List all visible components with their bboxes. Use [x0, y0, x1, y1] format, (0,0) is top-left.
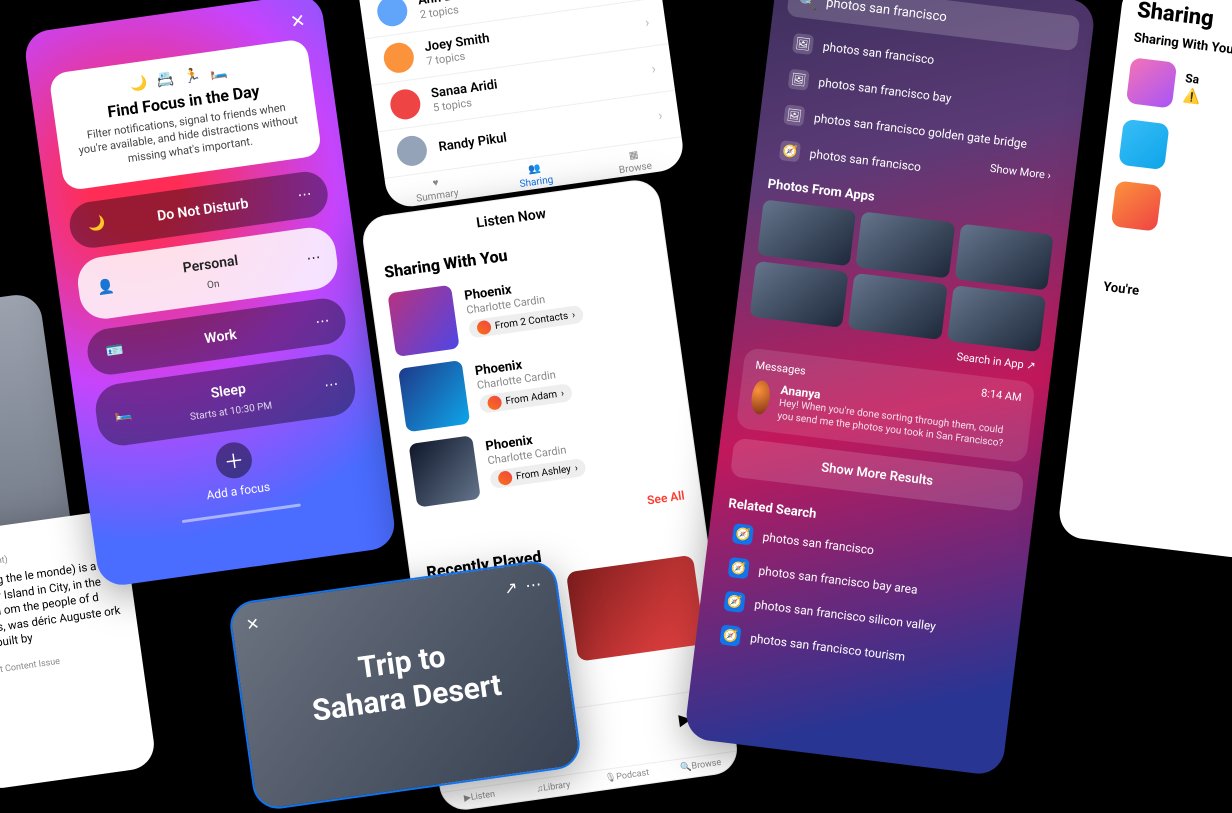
- photo-icon: 🖼: [792, 33, 814, 55]
- tab-browse[interactable]: ▦Browse: [583, 143, 685, 181]
- share-icon[interactable]: ↗: [503, 577, 519, 598]
- more-icon[interactable]: ⋯: [323, 376, 339, 394]
- contacts-screen: You're Sharing Ann Li 2 topics › Joey Sm…: [354, 0, 686, 210]
- photo-thumb[interactable]: [954, 224, 1053, 291]
- more-icon[interactable]: ⋯: [297, 186, 313, 204]
- avatar: [1118, 119, 1169, 170]
- photo-thumb[interactable]: [947, 285, 1046, 352]
- moon-icon: 🌙: [84, 212, 109, 237]
- safari-icon: 🧭: [719, 624, 741, 646]
- avatar: [1126, 57, 1177, 108]
- more-icon[interactable]: ⋯: [314, 313, 330, 331]
- tab-podcast[interactable]: 🎙Podcast: [590, 766, 665, 787]
- photo-thumb[interactable]: [848, 273, 947, 340]
- avatar: [382, 41, 416, 75]
- more-icon[interactable]: ⋯: [306, 249, 322, 267]
- safari-icon: 🧭: [779, 140, 801, 162]
- avatar: [750, 379, 772, 415]
- bed-icon: 🛏️: [111, 402, 136, 427]
- warning-icon: ⚠️: [1182, 87, 1201, 105]
- safari-icon: 🧭: [732, 523, 754, 545]
- search-screen: 🔍 🖼photos san francisco 🖼photos san fran…: [684, 0, 1097, 777]
- safari-icon: 🧭: [723, 591, 745, 613]
- more-icon[interactable]: ⋯: [524, 574, 542, 595]
- avatar: [1111, 180, 1162, 231]
- recent-card[interactable]: [566, 555, 705, 662]
- album-art: [398, 360, 470, 432]
- avatar: [395, 134, 429, 168]
- avatar: [375, 0, 409, 28]
- chevron-right-icon: ›: [651, 61, 657, 77]
- shared-item[interactable]: [1094, 170, 1232, 256]
- album-art: [409, 435, 481, 507]
- focus-intro-card: 🌙 📇 🏃 🛏️ Find Focus in the Day Filter no…: [48, 38, 322, 191]
- tab-library[interactable]: ♫Library: [516, 776, 591, 797]
- tab-browse[interactable]: 🔍Browse: [663, 755, 738, 776]
- id-card-icon: 🪪: [102, 338, 127, 363]
- person-icon: 👤: [93, 275, 118, 300]
- photo-icon: 🖼: [783, 104, 805, 126]
- tab-listen[interactable]: ▶Listen: [442, 787, 517, 808]
- focus-screen: ✕ 🌙 📇 🏃 🛏️ Find Focus in the Day Filter …: [22, 0, 397, 588]
- home-indicator: [182, 503, 301, 523]
- message-time: 8:14 AM: [980, 386, 1022, 404]
- photo-thumb[interactable]: [757, 199, 856, 266]
- safari-icon: 🧭: [728, 557, 750, 579]
- photo-thumb[interactable]: [856, 211, 955, 278]
- chevron-right-icon: ›: [657, 108, 663, 124]
- avatar: [388, 87, 422, 121]
- section-youre: You're: [1086, 272, 1232, 321]
- search-icon: 🔍: [797, 0, 819, 11]
- chevron-right-icon: ›: [644, 15, 650, 31]
- messages-title: Messages: [755, 359, 807, 378]
- album-art: [387, 285, 459, 357]
- close-icon[interactable]: ✕: [289, 10, 307, 33]
- photo-thumb[interactable]: [749, 261, 848, 328]
- add-focus-button[interactable]: ＋: [214, 440, 255, 481]
- photo-icon: 🖼: [788, 69, 810, 91]
- close-icon[interactable]: ✕: [245, 614, 261, 635]
